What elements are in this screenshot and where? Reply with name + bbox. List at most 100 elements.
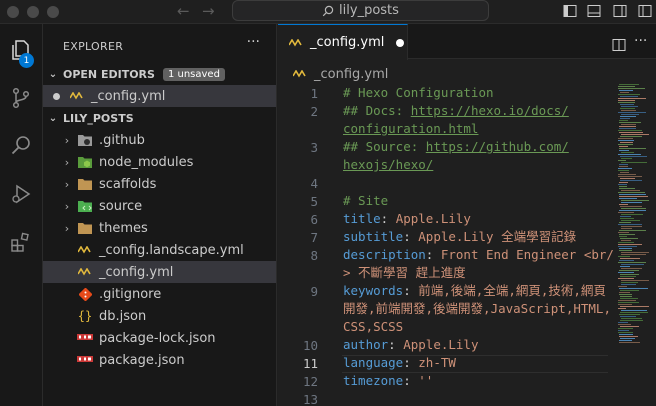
- minimap-line: [621, 152, 634, 153]
- code-line-3: ## Source: https://github.com/: [343, 139, 569, 154]
- tree-item-scaffolds[interactable]: › scaffolds: [43, 173, 276, 195]
- minimap-line: [619, 90, 633, 91]
- minimap-line: [619, 198, 637, 199]
- code-line-6: title: Apple.Lily: [343, 211, 471, 226]
- tree-item-themes[interactable]: › themes: [43, 217, 276, 239]
- tree-item-gitignore[interactable]: .gitignore: [43, 283, 276, 305]
- minimap-line: [620, 296, 632, 297]
- toggle-primary-sidebar-icon[interactable]: [563, 4, 577, 18]
- tree-item-label: package-lock.json: [99, 330, 216, 346]
- customize-layout-icon[interactable]: [638, 4, 652, 18]
- minimap-line: [618, 330, 629, 331]
- tree-item-label: themes: [99, 220, 148, 236]
- minimap-line: [620, 156, 647, 157]
- tree-item-label: db.json: [99, 308, 147, 324]
- line-number: 1: [310, 86, 318, 101]
- minimap-line: [621, 282, 638, 283]
- line-number: 6: [310, 212, 318, 227]
- minimap-line: [620, 266, 630, 267]
- code-line-8: description: Front End Engineer <br/: [343, 247, 614, 262]
- back-arrow-icon[interactable]: ←: [177, 2, 190, 20]
- minimap-line: [621, 310, 647, 311]
- title-bar: ← → lily_posts: [0, 0, 656, 24]
- minimap-line: [621, 200, 649, 201]
- minimap-line: [618, 244, 642, 245]
- toggle-panel-icon[interactable]: [587, 4, 601, 18]
- line-number: 12: [302, 374, 318, 389]
- code-line-9-wrap: 開發,前端開發,後端開發,JavaScript,HTML,: [343, 301, 611, 316]
- minimap-line: [621, 202, 642, 203]
- tab-config-yml[interactable]: _config.yml: [278, 24, 408, 60]
- minimize-window-button[interactable]: [27, 6, 39, 18]
- open-editors-header[interactable]: ⌄ OPEN EDITORS 1 unsaved: [43, 63, 277, 85]
- line-number: 10: [302, 338, 318, 353]
- code-line-3-wrap: hexojs/hexo/: [343, 156, 433, 174]
- toggle-secondary-sidebar-icon[interactable]: [613, 4, 627, 18]
- run-and-debug-icon[interactable]: [7, 180, 35, 208]
- minimap-line: [620, 96, 638, 97]
- minimap-line: [618, 300, 636, 301]
- more-actions-icon[interactable]: ···: [247, 34, 260, 50]
- minimap-line: [620, 218, 634, 219]
- minimap-line: [619, 122, 641, 123]
- activity-bar: [0, 24, 43, 406]
- minimap-line: [618, 332, 633, 333]
- minimap-line: [620, 276, 636, 277]
- docs-link-wrap[interactable]: configuration.html: [343, 121, 478, 136]
- minimap-line: [619, 230, 646, 231]
- minimap-line: [621, 124, 636, 125]
- tree-item-package-json[interactable]: package.json: [43, 349, 276, 371]
- source-control-icon[interactable]: [7, 84, 35, 112]
- minimap-line: [620, 298, 638, 299]
- minimap-line: [620, 320, 643, 321]
- tree-item-label: .github: [99, 132, 145, 148]
- minimap-line: [619, 84, 639, 85]
- minimap-line: [620, 326, 639, 327]
- minimap-line: [619, 294, 632, 295]
- tree-item-source[interactable]: › source: [43, 195, 276, 217]
- line-number-active: 11: [302, 356, 318, 371]
- command-center-search[interactable]: lily_posts: [232, 0, 489, 21]
- minimap-line: [618, 322, 628, 323]
- code-line-2: ## Docs: https://hexo.io/docs/: [343, 103, 569, 118]
- code-line-7: subtitle: Apple.Lily 全端學習記錄: [343, 229, 577, 244]
- minimap-line: [620, 306, 649, 307]
- dirty-dot-icon[interactable]: [43, 92, 69, 100]
- npm-icon: [77, 330, 93, 346]
- tree-item-config[interactable]: _config.yml: [43, 261, 276, 283]
- more-actions-icon[interactable]: ···: [634, 33, 647, 49]
- tree-item-package-lock[interactable]: package-lock.json: [43, 327, 276, 349]
- minimap-line: [618, 304, 632, 305]
- project-header[interactable]: ⌄ LILY_POSTS: [43, 107, 277, 129]
- scaffolds-folder-icon: [77, 176, 93, 192]
- tree-item-github[interactable]: › .github: [43, 129, 276, 151]
- extensions-icon[interactable]: [7, 228, 35, 256]
- forward-arrow-icon[interactable]: →: [202, 2, 215, 20]
- open-editor-item[interactable]: _config.yml: [43, 85, 276, 107]
- chevron-right-icon: ›: [64, 133, 70, 147]
- split-editor-icon[interactable]: [612, 38, 626, 52]
- minimap-line: [619, 210, 646, 211]
- search-icon[interactable]: [7, 132, 35, 160]
- close-window-button[interactable]: [7, 6, 19, 18]
- minimap-line: [619, 132, 643, 133]
- minimap-line: [618, 224, 642, 225]
- tree-item-config-landscape[interactable]: _config.landscape.yml: [43, 239, 276, 261]
- source-link-wrap[interactable]: hexojs/hexo/: [343, 157, 433, 172]
- minimap-line: [618, 112, 646, 113]
- breadcrumb[interactable]: _config.yml: [292, 66, 388, 82]
- minimap[interactable]: [618, 84, 652, 384]
- explorer-sidebar: EXPLORER ··· ⌄ OPEN EDITORS 1 unsaved _c…: [43, 24, 277, 406]
- minimap-line: [619, 336, 638, 337]
- open-editors-label: OPEN EDITORS: [63, 67, 155, 81]
- docs-link[interactable]: https://hexo.io/docs/: [411, 103, 569, 118]
- maximize-window-button[interactable]: [47, 6, 59, 18]
- minimap-line: [620, 338, 635, 339]
- minimap-line: [620, 180, 642, 181]
- source-link[interactable]: https://github.com/: [426, 139, 569, 154]
- tree-item-node-modules[interactable]: › node_modules: [43, 151, 276, 173]
- minimap-line: [618, 160, 626, 161]
- tree-item-db-json[interactable]: {} db.json: [43, 305, 276, 327]
- minimap-line: [620, 216, 631, 217]
- unsaved-dot-icon[interactable]: [396, 38, 405, 47]
